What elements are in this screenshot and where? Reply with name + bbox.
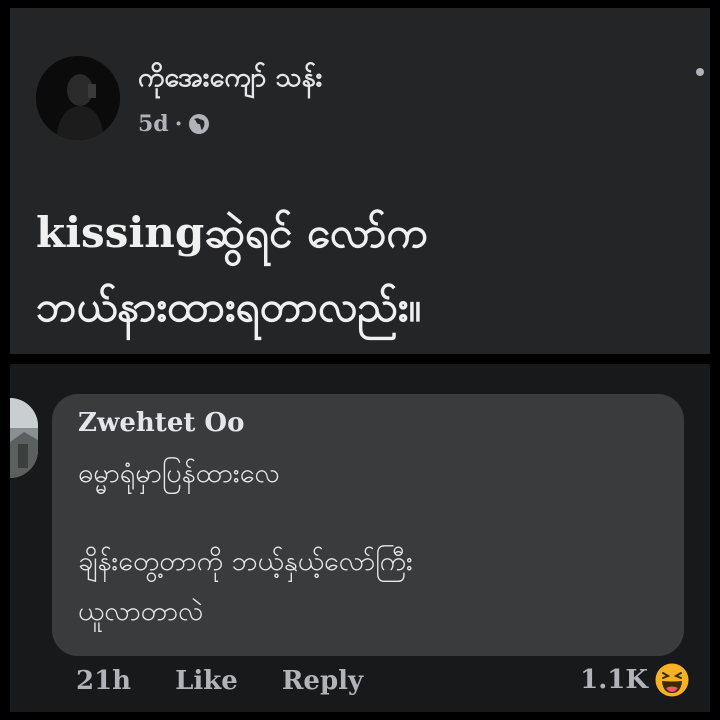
comment-bubble: Zwehtet Oo ဓမ္မာရုံမှာပြန်ထားလေ ချိန်းတွ… [52, 394, 684, 656]
comment-time[interactable]: 21h [76, 666, 131, 696]
post-text-line-2: ဘယ်နားထားရတာလည်း။ [36, 282, 422, 331]
comment-line-2: ချိန်းတွေ့တာကို ဘယ့်နှယ့်လော်ကြီး [78, 546, 413, 577]
like-button[interactable]: Like [175, 666, 238, 696]
comment-line-3: ယူလာတာလဲ [78, 596, 204, 627]
post-card: ကိုအေးကျော် သန်း 5d · kissingဆွဲရင် လော်… [10, 8, 710, 354]
commenter-name[interactable]: Zwehtet Oo [78, 408, 244, 438]
comment-section: Zwehtet Oo ဓမ္မာရုံမှာပြန်ထားလေ ချိန်းတွ… [10, 364, 710, 712]
post-time[interactable]: 5d [138, 111, 169, 137]
reply-button[interactable]: Reply [282, 666, 363, 696]
post-text: kissingဆွဲရင် လော်က ဘယ်နားထားရတာလည်း။ [36, 196, 696, 344]
comment-actions: 21h Like Reply [76, 666, 363, 696]
globe-icon [188, 113, 210, 135]
meta-separator: · [174, 111, 183, 137]
haha-emoji-icon [654, 662, 690, 698]
author-avatar[interactable] [36, 56, 120, 140]
reaction-count: 1.1K [580, 665, 648, 695]
comment-line-1: ဓမ္မာရုံမှာပြန်ထားလေ [78, 458, 280, 489]
post-meta: 5d · [138, 111, 210, 137]
post-text-line-1: kissingဆွဲရင် လော်က [36, 208, 428, 257]
post-author-name[interactable]: ကိုအေးကျော် သန်း [138, 60, 322, 100]
commenter-avatar[interactable] [10, 398, 38, 478]
reaction-summary[interactable]: 1.1K [580, 662, 690, 698]
more-dot-icon[interactable] [696, 68, 704, 76]
